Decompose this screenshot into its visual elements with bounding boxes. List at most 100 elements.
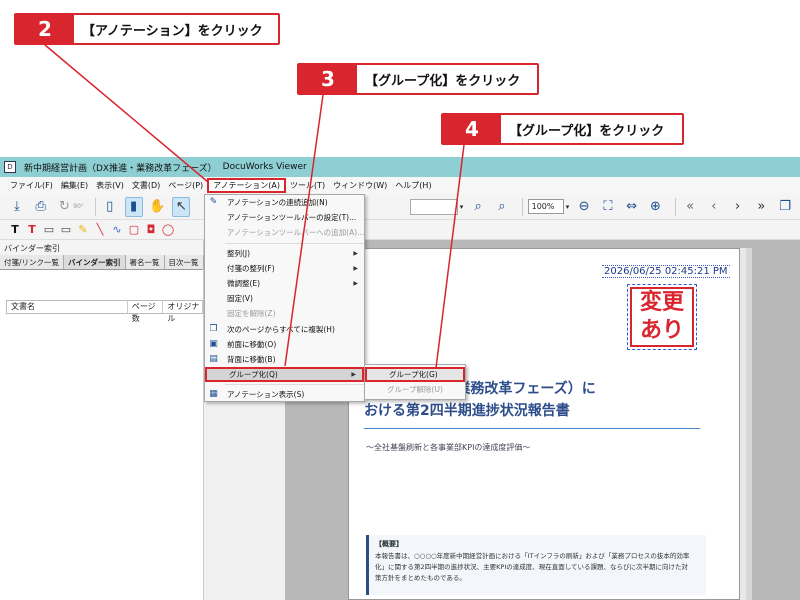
zoom-in-icon[interactable]: ⊕ [647,197,665,217]
callout-step-4: 4 【グループ化】をクリック [441,113,684,145]
chevron-down-icon[interactable]: ▾ [460,203,464,211]
tab-toc[interactable]: 目次一覧 [165,255,204,269]
sticky-note-icon[interactable]: ▭ [42,220,56,240]
prev-page-icon[interactable]: ‹ [705,197,723,217]
menu-divider [225,384,364,386]
window-doc-title: 新中期経営計画（DX推進・業務改革フェーズ） [24,163,217,174]
callout-number: 3 [299,65,357,93]
submenu-arrow-icon: ▶ [353,280,358,288]
date-stamp-annotation[interactable]: 2026/06/25 02:45:21 PM [602,265,730,278]
hand-tool-icon[interactable]: ✋ [149,197,167,217]
menu-item-align-sticky[interactable]: 付箋の整列(F) ▶ [205,261,364,276]
ellipse-icon[interactable]: ◯ [161,220,175,240]
title-bar: D 新中期経営計画（DX推進・業務改革フェーズ） DocuWorks Viewe… [0,157,800,177]
stamp-text: 変更 あり [639,290,684,343]
menu-page[interactable]: ページ(P) [164,178,207,193]
chevron-down-icon[interactable]: ▾ [566,203,570,211]
submenu-arrow-icon: ▶ [353,249,358,257]
text-annotation-red-icon[interactable]: T [25,220,39,240]
menu-divider [225,242,364,244]
column-doc-name[interactable]: 文書名 [7,301,128,313]
callout-number: 4 [443,115,501,143]
menu-item-duplicate-all[interactable]: ❐ 次のページからすべてに複製(H) [205,322,364,337]
menu-file[interactable]: ファイル(F) [6,178,57,193]
tab-signatures[interactable]: 署名一覧 [126,255,165,269]
duplicate-icon: ❐ [209,323,218,334]
menu-item-continuous-add[interactable]: ✎ アノテーションの連続追加(N) [205,195,364,210]
fit-page-icon[interactable]: ⛶ [599,197,617,217]
change-stamp-annotation[interactable]: 変更 あり [627,284,697,350]
callout-text: 【アノテーション】をクリック [82,23,263,39]
continuous-view-icon[interactable]: ▮ [124,196,143,217]
send-back-icon: ▤ [209,353,218,364]
menu-view[interactable]: 表示(V) [92,178,128,193]
menu-help[interactable]: ヘルプ(H) [391,178,435,193]
print-icon[interactable]: ⎙ [32,197,50,217]
first-page-icon[interactable]: « [681,197,699,217]
zoom-search-alt-icon[interactable]: ⌕ [493,197,511,217]
document-subtitle: 〜全社基盤刷新と各事業部KPIの達成度評価〜 [366,443,531,452]
annotation-toolbar: T T ▭ ▭ ✎ ╲ ∿ ▢ ◘ ◯ [0,220,800,240]
menu-item-bring-front[interactable]: ▣ 前面に移動(O) [205,337,364,352]
menu-item-align[interactable]: 整列(J) ▶ [205,246,364,261]
stamp-icon[interactable]: ◘ [144,220,158,240]
import-icon[interactable]: ⤓ [8,197,26,217]
marker-icon[interactable]: ✎ [76,220,90,240]
submenu-item-group[interactable]: グループ化(G) [365,367,465,383]
menu-bar: ファイル(F) 編集(E) 表示(V) 文書(D) ページ(P) アノテーション… [0,177,800,194]
window-app-name: DocuWorks Viewer [222,162,307,172]
column-page-count[interactable]: ページ数 [128,301,164,323]
menu-item-toolbar-settings[interactable]: アノテーションツールバーの設定(T)... [205,210,364,225]
tab-binder-index[interactable]: バインダー索引 [64,255,126,269]
tab-sticky-links[interactable]: 付箋/リンク一覧 [0,255,65,269]
menu-item-send-back[interactable]: ▤ 背面に移動(B) [205,352,364,367]
zoom-select[interactable]: 100% [527,199,564,214]
toolbar-separator [675,197,677,216]
rotate-angle-label: 90° [73,203,84,210]
freehand-icon[interactable]: ∿ [110,220,124,240]
menu-edit[interactable]: 編集(E) [57,178,92,193]
text-annotation-icon[interactable]: T [8,220,22,240]
pane-tabs: 付箋/リンク一覧 バインダー索引 署名一覧 目次一覧 C [0,255,218,270]
menu-document[interactable]: 文書(D) [128,178,164,193]
callout-step-2: 2 【アノテーション】をクリック [14,13,280,45]
menu-annotation[interactable]: アノテーション(A) [207,178,287,193]
rectangle-icon[interactable]: ▢ [127,220,141,240]
toolbar-separator [94,197,96,216]
fit-width-icon[interactable]: ⇔ [623,197,641,217]
single-page-view-icon[interactable]: ▯ [101,197,119,217]
submenu-arrow-icon: ▶ [351,371,356,379]
line-icon[interactable]: ╲ [93,220,107,240]
sticky-note-alt-icon[interactable]: ▭ [59,220,73,240]
zoom-out-icon[interactable]: ⊖ [575,197,593,217]
document-list-header: 文書名 ページ数 オリジナル [6,300,204,323]
menu-item-lock[interactable]: 固定(V) [205,291,364,306]
menu-item-group[interactable]: グループ化(Q) ▶ [205,367,364,383]
last-page-icon[interactable]: » [752,197,770,217]
select-tool-icon[interactable]: ↖ [172,196,191,217]
callout-step-3: 3 【グループ化】をクリック [297,63,539,95]
menu-window[interactable]: ウィンドウ(W) [329,178,391,193]
column-original[interactable]: オリジナル [163,301,203,323]
copy-pages-icon[interactable]: ❐ [776,197,794,217]
next-page-icon[interactable]: › [729,197,747,217]
callout-text: 【グループ化】をクリック [509,123,665,139]
menu-item-add-to-toolbar[interactable]: アノテーションツールバーへの追加(A)... [205,225,364,240]
menu-item-show-annotations[interactable]: ▦ アノテーション表示(S) [205,387,364,402]
rotate-icon[interactable]: ↻ [56,197,74,217]
toolbar-separator [521,197,523,216]
menu-item-nudge[interactable]: 微調整(E) ▶ [205,276,364,291]
app-icon: D [4,161,16,173]
submenu-item-ungroup[interactable]: グループ解除(U) [365,382,465,397]
bring-front-icon: ▣ [209,338,218,349]
document-title-line-2: おける第2四半期進捗状況報告書 [364,403,570,419]
menu-tool[interactable]: ツール(T) [286,178,329,193]
submenu-arrow-icon: ▶ [353,264,358,272]
main-toolbar: ⤓ ⎙ ↻ 90° ▯ ▮ ✋ ↖ ▾ ⌕ ⌕ 100% ▾ ⊖ ⛶ ⇔ ⊕ «… [0,194,800,220]
show-annotations-icon: ▦ [209,389,218,400]
continuous-add-icon: ✎ [209,197,218,207]
menu-item-unlock[interactable]: 固定を解除(Z) [205,306,364,321]
binder-index-pane: バインダー索引 付箋/リンク一覧 バインダー索引 署名一覧 目次一覧 C 文書名… [0,240,218,600]
search-field[interactable] [409,198,458,215]
zoom-search-icon[interactable]: ⌕ [469,197,487,217]
